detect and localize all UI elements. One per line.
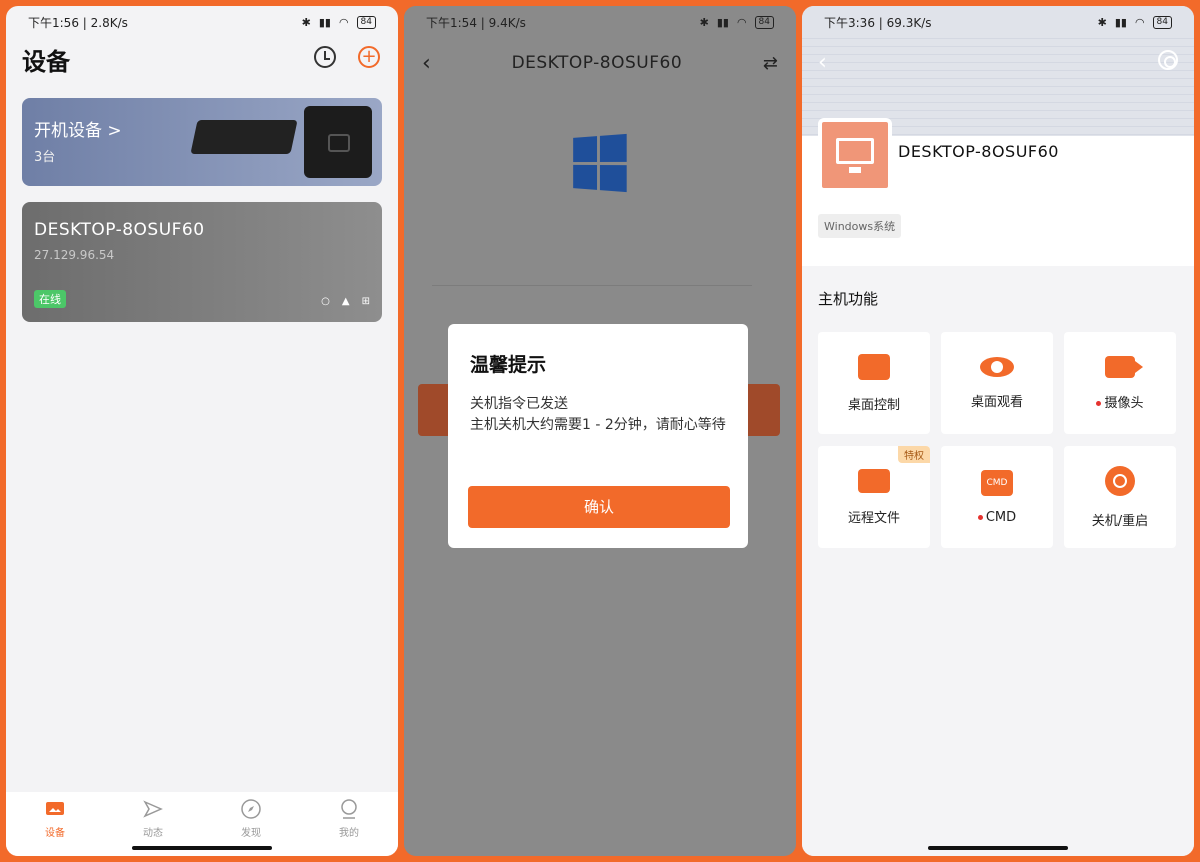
device-name: DESKTOP-8OSUF60 — [34, 220, 205, 240]
settings-icon[interactable] — [1158, 50, 1178, 70]
send-icon — [143, 800, 163, 818]
function-remote-files[interactable]: 特权 远程文件 — [818, 446, 930, 548]
dialog-body: 关机指令已发送 主机关机大约需要1 - 2分钟，请耐心等待 — [470, 394, 732, 436]
system-tag: Windows系统 — [818, 214, 902, 238]
bluetooth-icon: ✱ — [699, 15, 709, 29]
switch-icon[interactable]: ⇄ — [763, 53, 778, 74]
input-field[interactable] — [432, 260, 752, 286]
dialog-line: 关机指令已发送 — [470, 396, 568, 412]
signal-icon: ▮▮ — [716, 15, 729, 29]
power-stick-image — [190, 120, 298, 154]
windows-icon: ⊞ — [361, 296, 370, 307]
phone-host-functions: 下午3:36 | 69.3K/s ✱ ▮▮ ◠ 84 ‹ DESKTOP-8OS… — [802, 6, 1194, 856]
phone-device-list: 下午1:56 | 2.8K/s ✱ ▮▮ ◠ 84 设备 + 开机设备 > 3台… — [6, 6, 398, 856]
status-time: 下午1:54 | 9.4K/s — [426, 15, 526, 30]
device-avatar — [818, 118, 892, 192]
folder-icon — [858, 468, 890, 493]
status-time: 下午1:56 | 2.8K/s — [28, 15, 128, 30]
banner-count: 3台 — [34, 150, 56, 165]
new-dot — [1096, 400, 1102, 406]
profile-icon — [341, 799, 357, 819]
device-name: DESKTOP-8OSUF60 — [898, 142, 1059, 161]
status-icons: ✱ ▮▮ ◠ 84 — [699, 15, 774, 29]
signal-icon: ▮▮ — [1114, 15, 1127, 29]
function-label-row: 摄像头 — [1096, 392, 1144, 411]
section-title: 主机功能 — [818, 290, 879, 308]
device-ip: 27.129.96.54 — [34, 248, 115, 262]
smart-plug-image — [304, 106, 372, 178]
bluetooth-icon: ✱ — [1097, 15, 1107, 29]
function-camera[interactable]: 摄像头 — [1064, 332, 1176, 434]
privilege-badge: 特权 — [898, 446, 930, 463]
function-label: 关机/重启 — [1091, 513, 1149, 529]
wifi-icon: ◠ — [338, 15, 349, 29]
tab-label: 设备 — [45, 828, 65, 839]
bell-icon: ▲ — [341, 296, 350, 307]
function-label: 摄像头 — [1104, 395, 1144, 411]
camera-icon — [1105, 355, 1143, 378]
back-icon[interactable]: ‹ — [818, 50, 827, 75]
bluetooth-icon: ✱ — [301, 15, 311, 29]
windows-logo-icon — [573, 133, 627, 193]
add-device-icon[interactable]: + — [358, 46, 380, 68]
desktop-preview: 下午3:36 | 69.3K/s ✱ ▮▮ ◠ 84 ‹ — [802, 6, 1194, 136]
device-icon — [46, 802, 64, 815]
power-icon — [1105, 465, 1135, 496]
status-badge: 在线 — [34, 290, 66, 308]
power-on-devices-banner[interactable]: 开机设备 > 3台 — [22, 98, 382, 186]
tab-label: 我的 — [339, 828, 359, 839]
status-bar: 下午1:54 | 9.4K/s ✱ ▮▮ ◠ 84 — [404, 6, 796, 38]
bottom-tab-bar: 设备 动态 发现 我的 — [6, 792, 398, 856]
function-grid: 桌面控制 桌面观看 摄像头 特权 远程文件 CMD CMD 关机/重启 — [818, 332, 1176, 548]
tip-dialog: 温馨提示 关机指令已发送 主机关机大约需要1 - 2分钟，请耐心等待 确认 — [448, 324, 748, 548]
tab-label: 发现 — [241, 828, 261, 839]
desktop-control-icon — [858, 353, 890, 380]
function-desktop-control[interactable]: 桌面控制 — [818, 332, 930, 434]
card-icons: ○ ▲ ⊞ — [321, 296, 370, 307]
function-power[interactable]: 关机/重启 — [1064, 446, 1176, 548]
compass-icon — [241, 799, 261, 819]
back-icon[interactable]: ‹ — [422, 51, 431, 76]
function-desktop-view[interactable]: 桌面观看 — [941, 332, 1053, 434]
battery-icon: 84 — [1152, 15, 1172, 29]
status-bar: 下午1:56 | 2.8K/s ✱ ▮▮ ◠ 84 — [6, 6, 398, 38]
wifi-icon: ◠ — [1134, 15, 1145, 29]
function-cmd[interactable]: CMD CMD — [941, 446, 1053, 548]
function-label-row: CMD — [977, 509, 1017, 525]
function-label: 远程文件 — [847, 510, 900, 526]
eye-icon — [980, 356, 1014, 377]
signal-icon: ▮▮ — [318, 15, 331, 29]
status-time: 下午3:36 | 69.3K/s — [824, 15, 932, 30]
tab-label: 动态 — [143, 828, 163, 839]
wifi-icon: ◠ — [736, 15, 747, 29]
new-dot — [977, 514, 983, 520]
tab-devices[interactable]: 设备 — [6, 792, 104, 856]
status-icons: ✱ ▮▮ ◠ 84 — [1097, 15, 1172, 29]
banner-title: 开机设备 > — [34, 121, 122, 141]
cmd-icon: CMD — [981, 469, 1013, 496]
dialog-title: 温馨提示 — [470, 354, 547, 376]
confirm-button[interactable]: 确认 — [468, 486, 730, 528]
monitor-icon — [836, 138, 874, 173]
circle-icon: ○ — [321, 296, 330, 307]
battery-icon: 84 — [754, 15, 774, 29]
function-label: 桌面控制 — [847, 397, 900, 413]
function-label: CMD — [985, 509, 1017, 525]
phone-shutdown-dialog: 下午1:54 | 9.4K/s ✱ ▮▮ ◠ 84 ‹ DESKTOP-8OSU… — [404, 6, 796, 856]
top-nav: ‹ DESKTOP-8OSUF60 ⇄ — [404, 38, 796, 88]
status-bar: 下午3:36 | 69.3K/s ✱ ▮▮ ◠ 84 — [802, 6, 1194, 38]
home-indicator — [928, 846, 1068, 850]
dialog-line: 主机关机大约需要1 - 2分钟，请耐心等待 — [470, 417, 726, 433]
tab-profile[interactable]: 我的 — [300, 792, 398, 856]
page-title: 设备 — [22, 48, 70, 76]
status-icons: ✱ ▮▮ ◠ 84 — [301, 15, 376, 29]
function-label: 桌面观看 — [970, 394, 1023, 410]
battery-icon: 84 — [356, 15, 376, 29]
device-card[interactable]: DESKTOP-8OSUF60 27.129.96.54 在线 ○ ▲ ⊞ — [22, 202, 382, 322]
page-title: DESKTOP-8OSUF60 — [511, 53, 683, 73]
history-icon[interactable] — [314, 46, 336, 68]
home-indicator — [132, 846, 272, 850]
